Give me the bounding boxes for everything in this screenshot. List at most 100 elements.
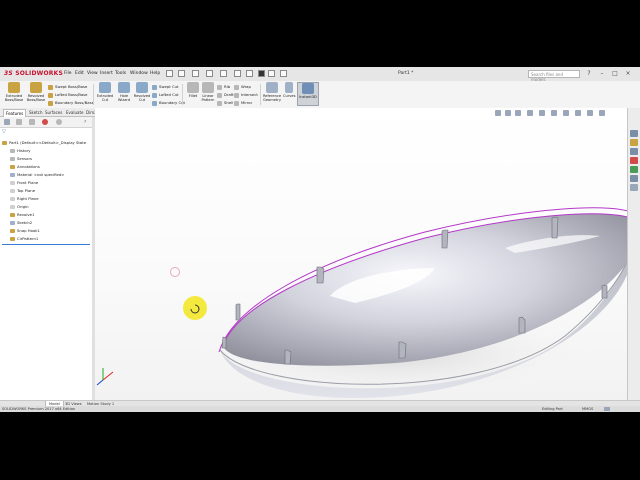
custom-properties-icon[interactable]: [630, 184, 638, 191]
close-icon[interactable]: ×: [624, 70, 632, 78]
units-selector[interactable]: MMGS: [582, 406, 593, 412]
tree-item-cirpattern1[interactable]: CirPattern1: [10, 236, 38, 241]
part-icon: [2, 141, 7, 145]
plane-icon: [10, 197, 15, 201]
snap-hook: [221, 336, 227, 349]
menu-tools[interactable]: Tools: [115, 71, 126, 76]
filter-icon[interactable]: ▽: [2, 129, 8, 135]
options-icon[interactable]: [280, 70, 287, 77]
rib-button[interactable]: Rib: [217, 84, 230, 90]
tree-item-top-plane[interactable]: Top Plane: [10, 188, 35, 193]
intersect-button[interactable]: Intersect: [234, 92, 258, 98]
menu-file[interactable]: File: [64, 71, 72, 76]
configuration-manager-icon[interactable]: [29, 119, 35, 125]
shell-button[interactable]: Shell: [217, 100, 233, 106]
command-manager: Extruded Boss/Base Revolved Boss/Base Sw…: [0, 81, 640, 109]
rotation-center-indicator: [170, 267, 180, 277]
hole-wizard-button[interactable]: Hole Wizard: [114, 82, 134, 106]
revolved-bossbase-button[interactable]: Revolved Boss/Base: [26, 82, 46, 106]
new-document-icon[interactable]: [178, 70, 185, 77]
boundary-cut-icon: [152, 100, 157, 106]
linear-pattern-button[interactable]: Linear Pattern: [198, 82, 218, 106]
menu-edit[interactable]: Edit: [75, 71, 84, 76]
lofted-bossbase-button[interactable]: Lofted Boss/Base: [48, 92, 88, 98]
reference-geometry-button[interactable]: Reference Geometry: [261, 82, 283, 106]
menu-help[interactable]: Help: [150, 71, 160, 76]
graphics-area[interactable]: [95, 108, 627, 400]
tree-item-front-plane[interactable]: Front Plane: [10, 180, 38, 185]
print-icon[interactable]: [220, 70, 227, 77]
rebuild-icon[interactable]: [258, 70, 265, 77]
draft-icon: [217, 92, 222, 98]
swept-cut-button[interactable]: Swept Cut: [152, 84, 179, 90]
boundary-bossbase-button[interactable]: Boundary Boss/Base: [48, 100, 94, 106]
undo-icon[interactable]: [234, 70, 241, 77]
file-properties-icon[interactable]: [268, 70, 275, 77]
snap-hook: [518, 316, 526, 334]
reference-geometry-icon: [266, 82, 278, 93]
model-render: [96, 207, 627, 398]
tree-item-right-plane[interactable]: Right Plane: [10, 196, 39, 201]
boundary-cut-button[interactable]: Boundary Cut: [152, 100, 185, 106]
solidworks-logo[interactable]: 3S SOLIDWORKS: [4, 70, 63, 77]
lofted-cut-button[interactable]: Lofted Cut: [152, 92, 179, 98]
menu-insert[interactable]: Insert: [100, 71, 113, 76]
instant3d-button[interactable]: Instant3D: [297, 82, 319, 106]
mirror-button[interactable]: Mirror: [234, 100, 252, 106]
hole-wizard-icon: [118, 82, 130, 93]
minimize-icon[interactable]: –: [598, 70, 606, 78]
draft-button[interactable]: Draft: [217, 92, 234, 98]
tree-item-part[interactable]: Part1 (Default<<Default>_Display State: [2, 140, 86, 145]
tab-features[interactable]: Features: [3, 109, 27, 117]
status-bar: SOLIDWORKS Premium 2017 x64 Edition Edit…: [0, 406, 640, 412]
solidworks-window: 3S SOLIDWORKS File Edit View Insert Tool…: [0, 67, 640, 412]
sweep-icon: [48, 84, 53, 90]
property-manager-icon[interactable]: [16, 119, 22, 125]
extruded-cut-button[interactable]: Extruded Cut: [95, 82, 115, 106]
tree-item-sensors[interactable]: Sensors: [10, 156, 32, 161]
tree-item-history[interactable]: History: [10, 148, 31, 153]
home-icon[interactable]: [630, 130, 638, 137]
custom-icon[interactable]: [604, 407, 610, 411]
help-icon[interactable]: ?: [585, 70, 593, 78]
dimxpert-icon[interactable]: [42, 119, 48, 125]
instant3d-icon: [302, 83, 314, 94]
extruded-bossbase-button[interactable]: Extruded Boss/Base: [4, 82, 24, 106]
tab-surfaces[interactable]: Surfaces: [43, 109, 64, 116]
tree-item-sketch2[interactable]: Sketch2: [10, 220, 32, 225]
open-icon[interactable]: [192, 70, 199, 77]
search-input[interactable]: Search files and models: [528, 70, 580, 82]
file-explorer-icon[interactable]: [630, 157, 638, 164]
display-manager-icon[interactable]: [56, 119, 62, 125]
wrap-button[interactable]: Wrap: [234, 84, 251, 90]
select-icon[interactable]: [246, 70, 253, 77]
extruded-cut-icon: [99, 82, 111, 93]
snap-hook: [235, 303, 241, 321]
swept-bossbase-button[interactable]: Swept Boss/Base: [48, 84, 87, 90]
tab-sketch[interactable]: Sketch: [27, 109, 44, 116]
revolved-cut-button[interactable]: Revolved Cut: [132, 82, 152, 106]
document-title: Part1 *: [398, 71, 414, 76]
menu-window[interactable]: Window: [130, 71, 148, 76]
chevron-right-icon[interactable]: ›: [84, 119, 90, 125]
feature-tree-icon[interactable]: [4, 119, 10, 125]
pin-icon[interactable]: [166, 70, 173, 77]
design-library-icon[interactable]: [630, 148, 638, 155]
snap-hook: [551, 216, 559, 239]
loft-icon: [48, 92, 53, 98]
appearances-icon[interactable]: [630, 175, 638, 182]
tree-item-snap-hook1[interactable]: Snap Hook1: [10, 228, 40, 233]
curves-button[interactable]: Curves: [283, 82, 295, 106]
view-palette-icon[interactable]: [630, 166, 638, 173]
restore-icon[interactable]: □: [611, 70, 619, 78]
resources-icon[interactable]: [630, 139, 638, 146]
rollback-bar[interactable]: [2, 244, 90, 245]
save-icon[interactable]: [206, 70, 213, 77]
menu-view[interactable]: View: [87, 71, 98, 76]
tree-item-origin[interactable]: Origin: [10, 204, 28, 209]
tree-item-revolve1[interactable]: Revolve1: [10, 212, 34, 217]
tree-item-material[interactable]: Material <not specified>: [10, 172, 64, 177]
swept-cut-icon: [152, 84, 157, 90]
tab-evaluate[interactable]: Evaluate: [64, 109, 85, 116]
tree-item-annotations[interactable]: Annotations: [10, 164, 40, 169]
